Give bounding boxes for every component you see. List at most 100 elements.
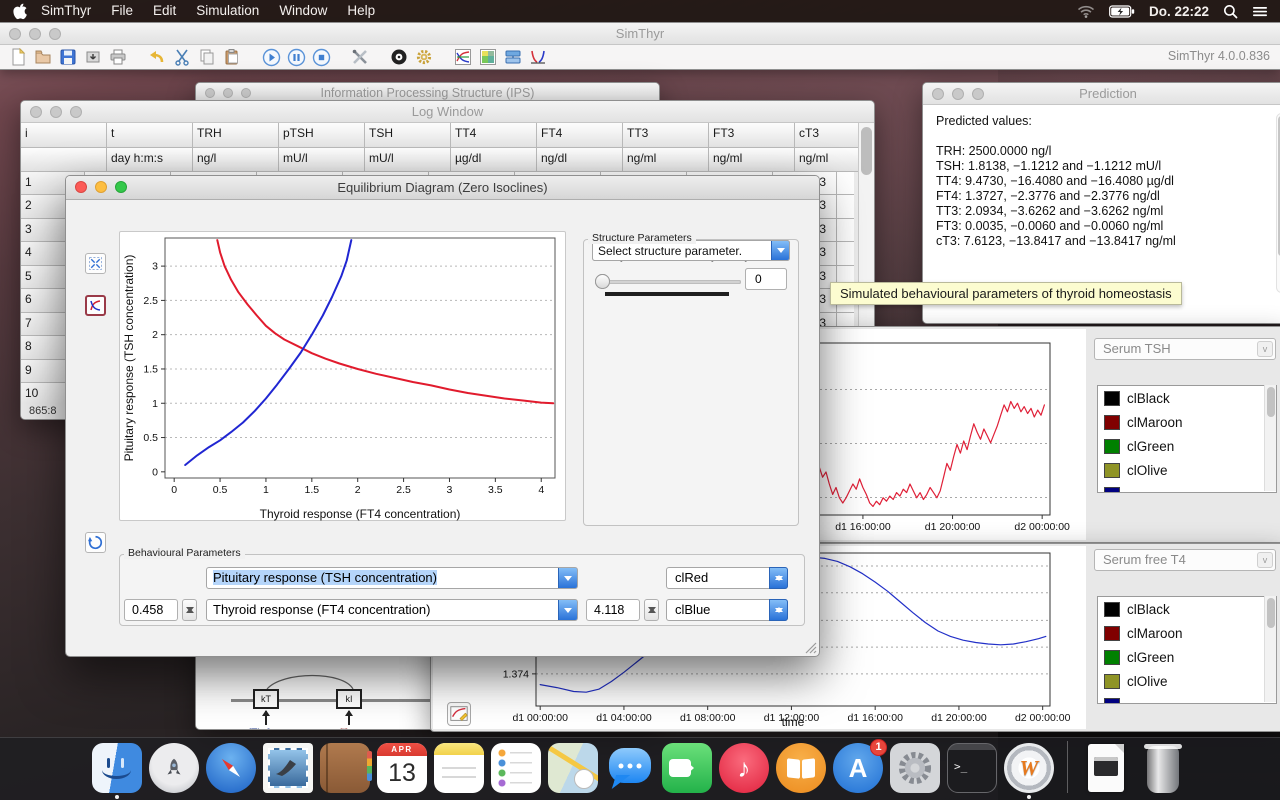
scrollbar-thumb[interactable]	[1267, 598, 1275, 628]
column-unit: ng/l	[193, 148, 279, 172]
menu-item[interactable]: SimThyr	[31, 0, 101, 22]
spin-value-right[interactable]: 4.118	[586, 599, 640, 621]
scrollbar-thumb[interactable]	[1267, 387, 1275, 417]
dock-terminal-icon[interactable]: >_	[947, 743, 997, 793]
color-list-item[interactable]: clMaroon	[1098, 410, 1276, 434]
structure-parameter-slider[interactable]	[595, 273, 741, 291]
equilibrium-titlebar[interactable]: Equilibrium Diagram (Zero Isoclines)	[66, 176, 819, 200]
new-document-icon[interactable]	[6, 47, 30, 67]
menu-clock[interactable]: Do. 22:22	[1149, 4, 1209, 19]
save-icon[interactable]	[56, 47, 80, 67]
menu-item[interactable]: Help	[337, 0, 385, 22]
color-list-item[interactable]	[1098, 482, 1276, 493]
apple-menu-icon[interactable]	[12, 3, 27, 20]
dock-document-icon[interactable]	[1081, 743, 1131, 793]
battery-icon[interactable]	[1109, 5, 1135, 18]
color-list-item[interactable]	[1098, 693, 1276, 704]
refresh-button[interactable]	[85, 532, 106, 553]
svg-text:2: 2	[355, 484, 361, 496]
chart-edit-button[interactable]	[447, 702, 471, 726]
dock-messages-icon[interactable]	[605, 743, 655, 793]
dock-calendar-icon[interactable]: APR 13	[377, 743, 427, 793]
dock-mail-icon[interactable]	[263, 743, 313, 793]
toolbar-titlebar[interactable]: SimThyr	[0, 23, 1280, 45]
dock-ibooks-icon[interactable]	[776, 743, 826, 793]
resize-grip[interactable]	[804, 641, 817, 654]
prediction-titlebar[interactable]: Prediction	[923, 83, 1280, 105]
menu-item[interactable]: Edit	[143, 0, 186, 22]
block-diagram-icon[interactable]	[501, 47, 525, 67]
cut-icon[interactable]	[170, 47, 194, 67]
dock-safari-icon[interactable]	[206, 743, 256, 793]
slider-thumb[interactable]	[595, 274, 610, 289]
dock-facetime-icon[interactable]	[662, 743, 712, 793]
print-icon[interactable]	[106, 47, 130, 67]
paste-icon[interactable]	[220, 47, 244, 67]
menu-item[interactable]: File	[101, 0, 143, 22]
color-select-1[interactable]: clRed	[666, 567, 788, 589]
spotlight-icon[interactable]	[1223, 4, 1238, 19]
behavioural-combo-1[interactable]: Pituitary response (TSH concentration)	[206, 567, 578, 589]
tsh-color-list[interactable]: clBlack clMaroon clGreen clOlive	[1097, 385, 1277, 493]
rescale-button[interactable]	[85, 253, 106, 274]
stepper-left[interactable]	[182, 599, 197, 621]
calendar-month: APR	[377, 743, 427, 756]
menu-item[interactable]: Window	[269, 0, 337, 22]
sensitivity-map-icon[interactable]	[476, 47, 500, 67]
isocline-plot-button[interactable]	[85, 295, 106, 316]
cd-icon[interactable]	[387, 47, 411, 67]
spin-value-left[interactable]: 0.458	[124, 599, 178, 621]
tsh-series-select[interactable]: Serum TSHv	[1094, 338, 1276, 360]
undo-icon[interactable]	[145, 47, 169, 67]
color-list-item[interactable]: clBlack	[1098, 597, 1276, 621]
gear-icon[interactable]	[412, 47, 436, 67]
svg-text:0.5: 0.5	[143, 432, 158, 444]
dock-simthyr-icon[interactable]: W	[1004, 743, 1054, 793]
svg-text:1: 1	[152, 398, 158, 410]
dock-notes-icon[interactable]	[434, 743, 484, 793]
chart-icon[interactable]	[451, 47, 475, 67]
wifi-icon[interactable]	[1077, 5, 1095, 18]
list-scrollbar[interactable]	[1264, 596, 1276, 702]
structure-parameter-value[interactable]: 0	[745, 268, 787, 290]
color-list-item[interactable]: clBlack	[1098, 386, 1276, 410]
dock-itunes-icon[interactable]: ♪	[719, 743, 769, 793]
dock-reminders-icon[interactable]	[491, 743, 541, 793]
color-list-item[interactable]: clMaroon	[1098, 621, 1276, 645]
pause-icon[interactable]	[284, 47, 308, 67]
log-titlebar[interactable]: Log Window	[21, 101, 874, 123]
chevron-down-icon: v	[1257, 341, 1273, 357]
stop-icon[interactable]	[309, 47, 333, 67]
dock-launchpad-icon[interactable]	[149, 743, 199, 793]
isocline-icon[interactable]	[526, 47, 550, 67]
list-scrollbar[interactable]	[1264, 385, 1276, 491]
stepper-right[interactable]	[644, 599, 659, 621]
notification-center-icon[interactable]	[1252, 5, 1268, 18]
color-list-item[interactable]: clGreen	[1098, 645, 1276, 669]
prediction-scrollbar[interactable]	[1276, 113, 1280, 293]
copy-icon[interactable]	[195, 47, 219, 67]
color-select-2[interactable]: clBlue	[666, 599, 788, 621]
column-header: TRH	[193, 123, 279, 148]
behavioural-combo-2[interactable]: Thyroid response (FT4 concentration)	[206, 599, 578, 621]
dock-contacts-icon[interactable]	[320, 743, 370, 793]
dock-finder-icon[interactable]	[92, 743, 142, 793]
dock-system-preferences-icon[interactable]	[890, 743, 940, 793]
menu-item[interactable]: Simulation	[186, 0, 269, 22]
color-list-item[interactable]: clOlive	[1098, 458, 1276, 482]
table-units-row: day h:m:sng/lmU/lmU/lµg/dlng/dlng/mlng/m…	[21, 148, 874, 172]
ft4-series-select[interactable]: Serum free T4v	[1094, 549, 1276, 571]
scrollbar-thumb[interactable]	[861, 127, 872, 175]
tools-icon[interactable]	[348, 47, 372, 67]
dock-appstore-icon[interactable]: A1	[833, 743, 883, 793]
save-as-icon[interactable]	[81, 47, 105, 67]
dock-trash-icon[interactable]	[1138, 743, 1188, 793]
run-icon[interactable]	[259, 47, 283, 67]
color-list-item[interactable]: clOlive	[1098, 669, 1276, 693]
prediction-line: FT3: 0.0035, −0.0060 and −0.0060 ng/ml	[936, 219, 1280, 234]
slider-track[interactable]	[595, 280, 741, 284]
ft4-color-list[interactable]: clBlack clMaroon clGreen clOlive	[1097, 596, 1277, 704]
open-icon[interactable]	[31, 47, 55, 67]
color-list-item[interactable]: clGreen	[1098, 434, 1276, 458]
dock-maps-icon[interactable]	[548, 743, 598, 793]
